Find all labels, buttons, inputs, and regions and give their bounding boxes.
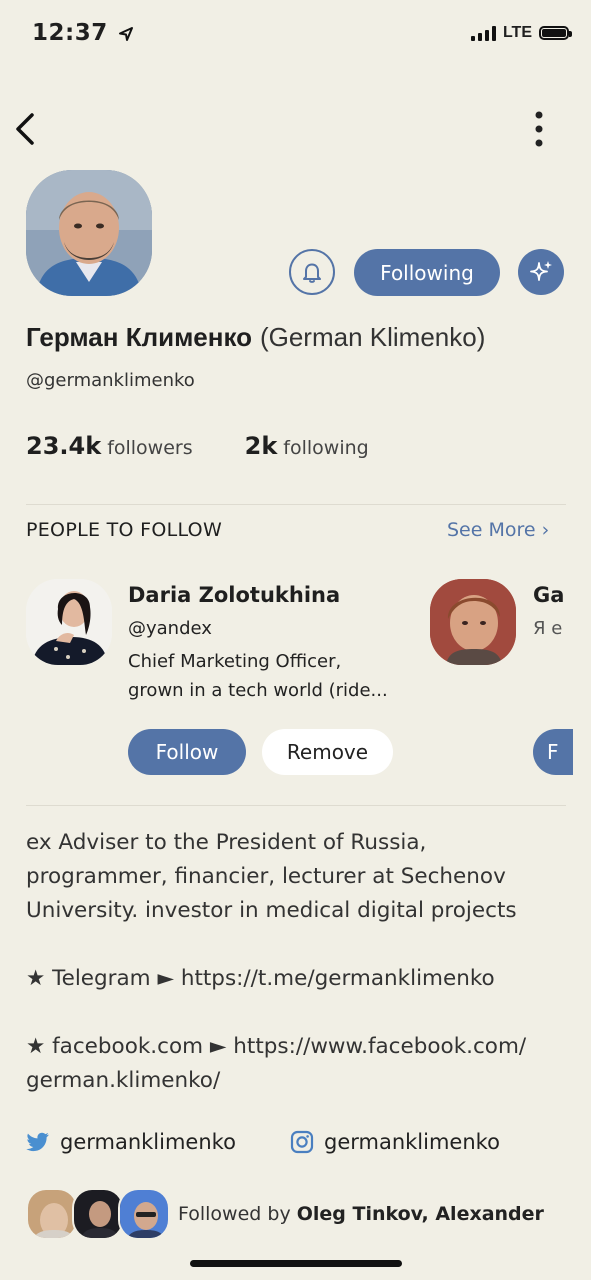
following-label: following — [283, 437, 369, 459]
notification-bell-button[interactable] — [289, 249, 335, 295]
divider — [26, 504, 566, 505]
suggestion-avatar[interactable] — [26, 579, 112, 665]
profile-name-alt: (German Klimenko) — [259, 322, 486, 352]
people-to-follow-title: PEOPLE TO FOLLOW — [26, 519, 223, 541]
remove-button[interactable]: Remove — [262, 729, 393, 775]
bio-facebook-line[interactable]: german.klimenko/ — [26, 1064, 566, 1098]
suggestion-bio-line: Chief Marketing Officer, — [128, 651, 342, 672]
bio-facebook-line[interactable]: ★ facebook.com ► https://www.facebook.co… — [26, 1030, 566, 1064]
suggestion-avatar[interactable] — [430, 579, 516, 665]
followers-stat[interactable]: 23.4k followers — [26, 432, 193, 460]
bio-line: programmer, financier, lecturer at Seche… — [26, 864, 506, 889]
sparkle-icon — [530, 261, 552, 281]
twitter-icon — [26, 1132, 49, 1152]
followed-by-names: Oleg Tinkov, Alexander — [296, 1203, 544, 1225]
profile-bio: ex Adviser to the President of Russia, p… — [26, 826, 566, 1098]
bio-line: University. investor in medical digital … — [26, 898, 517, 923]
twitter-handle: germanklimenko — [60, 1130, 236, 1154]
sparkle-button[interactable] — [518, 249, 564, 295]
profile-stats: 23.4k followers 2k following — [26, 432, 369, 460]
suggestion-handle: @yandex — [128, 618, 212, 639]
profile-avatar[interactable] — [26, 170, 152, 296]
bio-telegram-line[interactable]: ★ Telegram ► https://t.me/germanklimenko — [26, 962, 566, 996]
instagram-icon — [290, 1130, 314, 1154]
back-chevron-icon[interactable] — [12, 112, 42, 146]
followed-by-row[interactable]: Followed by Oleg Tinkov, Alexander — [26, 1188, 544, 1240]
suggestion-handle: Я е — [533, 618, 563, 639]
battery-icon — [539, 26, 572, 40]
mutual-avatar — [26, 1188, 78, 1240]
followers-count: 23.4k — [26, 432, 102, 460]
bell-icon — [303, 263, 321, 283]
network-type: LTE — [502, 24, 532, 41]
profile-name: Герман Клименко (German Klimenko) — [26, 322, 485, 353]
status-time: 12:37 — [32, 20, 134, 46]
following-stat[interactable]: 2k following — [245, 432, 369, 460]
suggestion-bio: Chief Marketing Officer, grown in a tech… — [128, 647, 418, 705]
followed-by-prefix: Followed by — [178, 1203, 297, 1225]
home-indicator[interactable] — [190, 1260, 402, 1267]
follow-button[interactable]: Follow — [128, 729, 246, 775]
see-more-link[interactable]: See More › — [447, 519, 549, 541]
mutual-avatar — [72, 1188, 124, 1240]
followed-by-text: Followed by Oleg Tinkov, Alexander — [178, 1203, 544, 1225]
followers-label: followers — [107, 437, 193, 459]
profile-handle: @germanklimenko — [26, 370, 195, 391]
suggestion-name[interactable]: Ga — [533, 583, 564, 607]
signal-icon — [470, 25, 496, 41]
suggestion-bio-line: grown in a tech world (ride... — [128, 680, 388, 701]
following-count: 2k — [244, 432, 278, 460]
location-arrow-icon — [119, 26, 134, 41]
more-options-icon[interactable] — [524, 110, 554, 150]
mutual-avatar — [118, 1188, 170, 1240]
bio-line: ex Adviser to the President of Russia, — [26, 830, 427, 855]
divider — [26, 805, 566, 806]
status-indicators: LTE — [470, 24, 572, 42]
profile-name-primary: Герман Клименко — [26, 322, 253, 352]
instagram-handle: germanklimenko — [324, 1130, 500, 1154]
follow-button[interactable]: F — [533, 729, 573, 775]
instagram-link[interactable]: germanklimenko — [290, 1130, 500, 1154]
suggestion-name[interactable]: Daria Zolotukhina — [128, 583, 340, 607]
twitter-link[interactable]: germanklimenko — [26, 1130, 236, 1154]
following-button[interactable]: Following — [354, 249, 500, 296]
